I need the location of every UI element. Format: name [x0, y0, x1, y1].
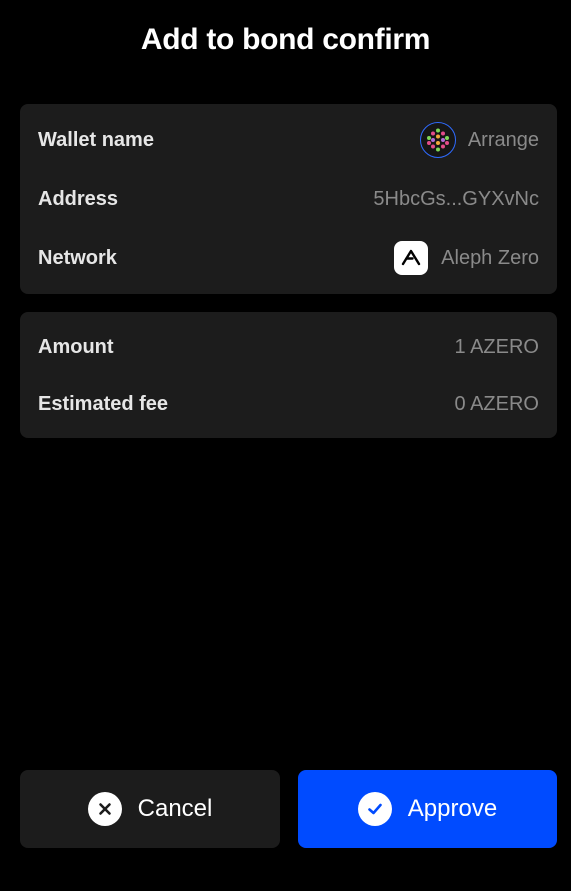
address-label: Address	[38, 187, 119, 210]
network-row: Network Aleph Zero	[38, 238, 539, 278]
wallet-name-label: Wallet name	[38, 128, 154, 151]
estimated-fee-value: 0 AZERO	[454, 392, 539, 415]
approve-button[interactable]: Approve	[298, 770, 557, 848]
amount-row: Amount 1 AZERO	[38, 327, 539, 367]
wallet-name-row: Wallet name Arrange	[38, 120, 539, 160]
cancel-button[interactable]: Cancel	[20, 770, 280, 848]
wallet-name-value: Arrange	[467, 128, 539, 151]
approve-button-label: Approve	[407, 795, 498, 822]
address-row: Address 5HbcGs...GYXvNc	[38, 179, 539, 219]
estimated-fee-row: Estimated fee 0 AZERO	[38, 384, 539, 424]
cancel-button-label: Cancel	[137, 795, 213, 822]
estimated-fee-label: Estimated fee	[38, 392, 169, 415]
page-title: Add to bond confirm	[140, 23, 431, 56]
network-value: Aleph Zero	[441, 246, 539, 269]
amount-label: Amount	[38, 335, 114, 358]
amount-details-card: Amount 1 AZERO Estimated fee 0 AZERO	[20, 312, 557, 438]
close-icon	[87, 792, 122, 826]
wallet-avatar-icon	[419, 122, 456, 158]
amount-value: 1 AZERO	[454, 335, 539, 358]
aleph-zero-logo-icon	[394, 241, 429, 275]
check-icon	[357, 792, 392, 826]
network-label: Network	[38, 246, 117, 269]
wallet-name-value-group: Arrange	[419, 122, 539, 158]
address-value: 5HbcGs...GYXvNc	[373, 187, 539, 210]
account-details-card: Wallet name Arrange Address 5HbcGs...GYX…	[20, 104, 557, 294]
network-value-group: Aleph Zero	[394, 241, 539, 275]
